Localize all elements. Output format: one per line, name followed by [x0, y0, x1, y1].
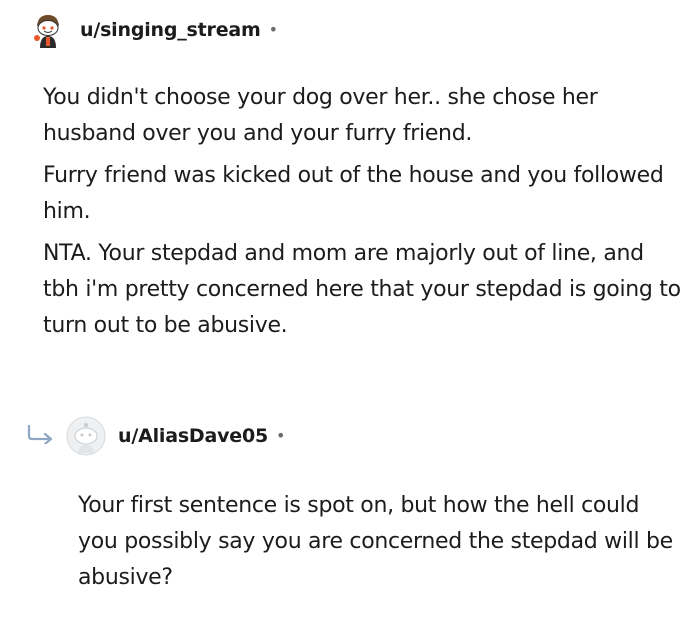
default-avatar-icon[interactable] — [66, 416, 106, 456]
comment-body: You didn't choose your dog over her.. sh… — [43, 80, 683, 350]
reply-username[interactable]: u/AliasDave05 — [118, 425, 268, 447]
comment-reply: u/AliasDave05 • Your first sentence is s… — [0, 400, 700, 630]
header-separator: • — [268, 20, 279, 39]
comment-main: u/singing_stream • You didn't choose you… — [0, 0, 700, 360]
reply-arrow-icon — [26, 424, 58, 448]
reply-header: u/AliasDave05 • — [66, 416, 285, 456]
comment-paragraph: Furry friend was kicked out of the house… — [43, 163, 664, 224]
comment-paragraph: NTA. Your stepdad and mom are majorly ou… — [43, 241, 681, 338]
comment-username[interactable]: u/singing_stream — [80, 19, 261, 41]
header-separator: • — [276, 426, 286, 445]
snoo-avatar-icon[interactable] — [28, 10, 68, 50]
reply-paragraph: Your first sentence is spot on, but how … — [78, 493, 673, 590]
reply-body: Your first sentence is spot on, but how … — [78, 488, 678, 602]
comment-header: u/singing_stream • — [28, 10, 278, 50]
comment-paragraph: You didn't choose your dog over her.. sh… — [43, 85, 598, 146]
